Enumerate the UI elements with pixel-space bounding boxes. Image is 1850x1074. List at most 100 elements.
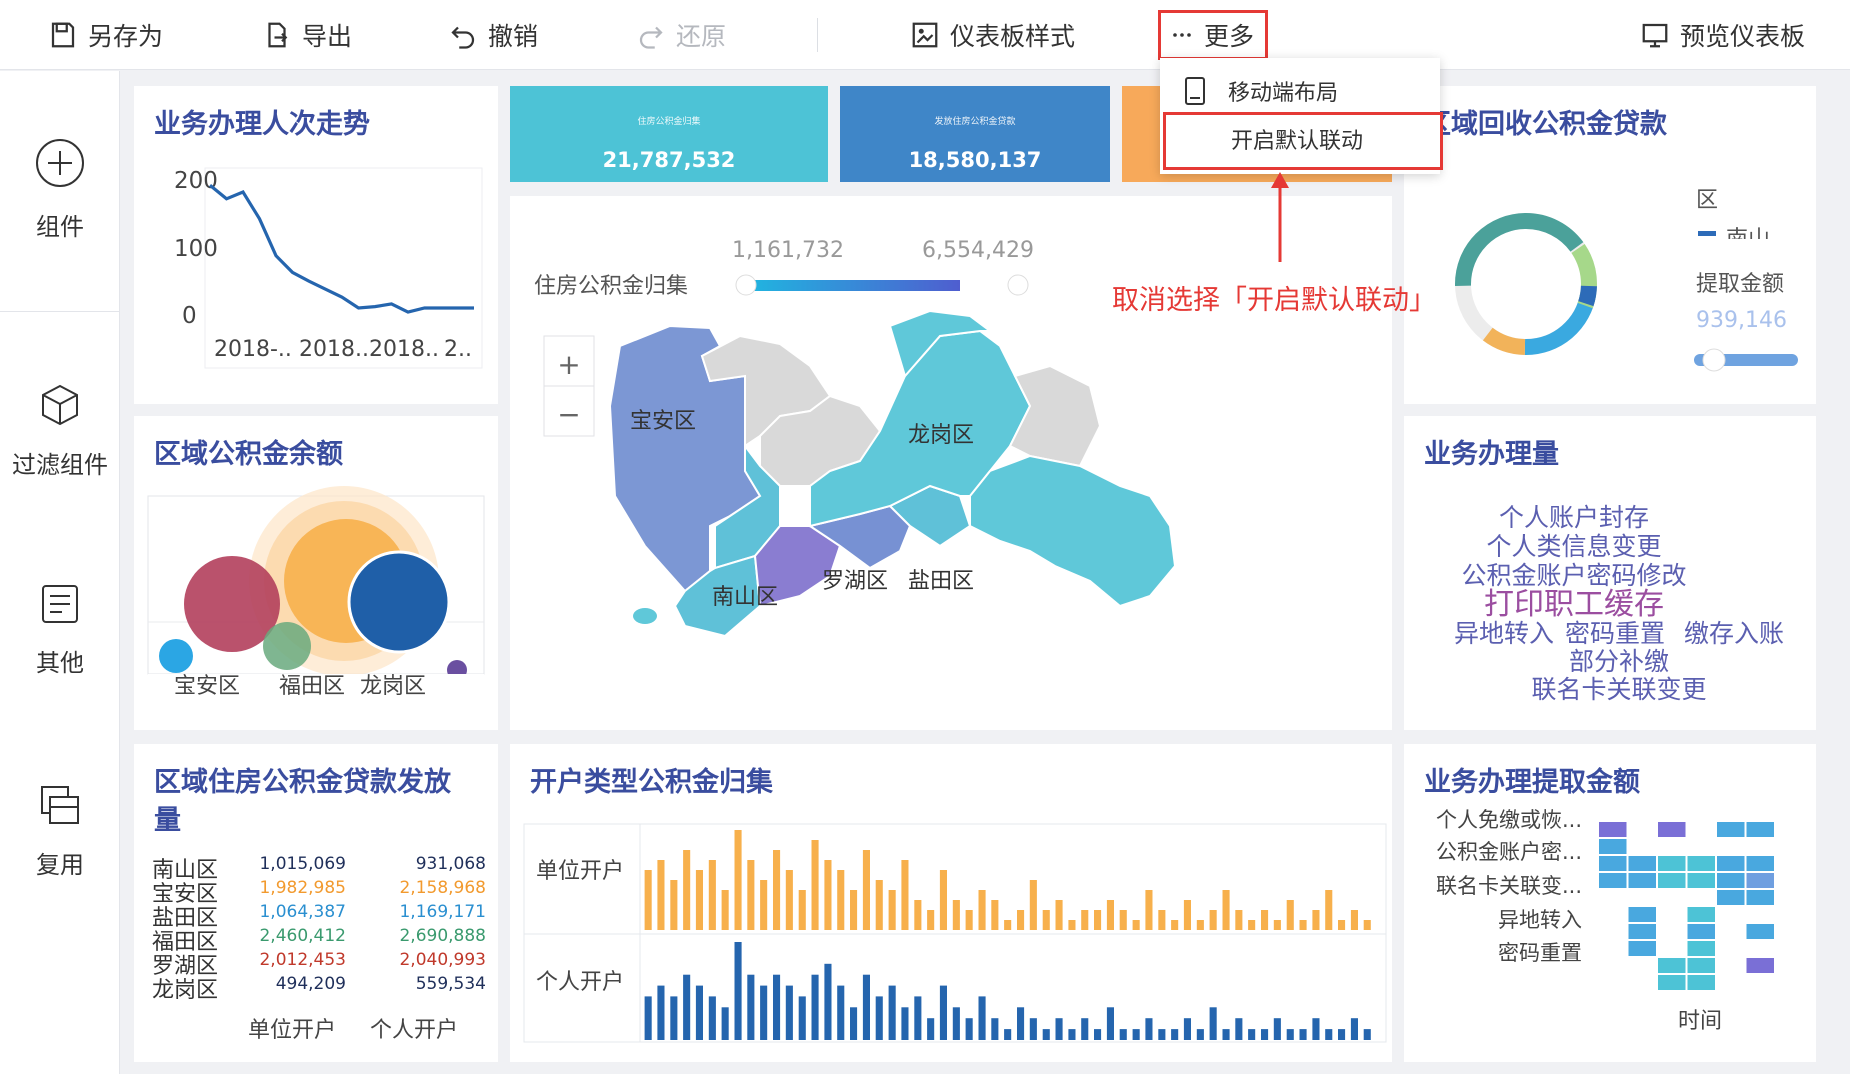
bar-mark[interactable] — [1196, 1029, 1204, 1040]
map-range-handle-max[interactable] — [1007, 274, 1029, 296]
bar-mark[interactable] — [1209, 1007, 1217, 1040]
bar-mark[interactable] — [1350, 910, 1358, 930]
bar-mark[interactable] — [965, 1018, 973, 1040]
bar-mark[interactable] — [657, 860, 665, 930]
bar-mark[interactable] — [644, 996, 652, 1040]
recovery-card[interactable]: 区域回收公积金贷款 区 南山 提取金额 939,146 — [1404, 86, 1816, 404]
bar-mark[interactable] — [1235, 1018, 1243, 1040]
bar-mark[interactable] — [811, 840, 819, 930]
menu-item-mobile-layout[interactable]: 移动端布局 — [1160, 66, 1440, 116]
bar-mark[interactable] — [1081, 1018, 1089, 1040]
bar-mark[interactable] — [1299, 1029, 1307, 1040]
bar-mark[interactable] — [1183, 1018, 1191, 1040]
bar-mark[interactable] — [1004, 1029, 1012, 1040]
bar-mark[interactable] — [875, 996, 883, 1040]
heatmap-cell[interactable] — [1658, 856, 1686, 871]
bar-mark[interactable] — [1171, 920, 1179, 930]
bar-mark[interactable] — [644, 870, 652, 930]
bar-mark[interactable] — [1286, 1029, 1294, 1040]
bar-mark[interactable] — [914, 900, 922, 930]
bar-mark[interactable] — [939, 870, 947, 930]
bar-mark[interactable] — [773, 850, 781, 930]
bar-mark[interactable] — [978, 996, 986, 1040]
heatmap-cell[interactable] — [1628, 924, 1657, 939]
bar-mark[interactable] — [1325, 1029, 1333, 1040]
table-row[interactable]: 盐田区 1,064,387 1,169,171 — [152, 902, 492, 931]
bar-mark[interactable] — [1363, 1029, 1371, 1040]
bar-mark[interactable] — [1171, 1029, 1179, 1040]
bar-mark[interactable] — [927, 1018, 935, 1040]
zoom-out-button[interactable]: − — [557, 398, 580, 431]
heatmap-cell[interactable] — [1687, 856, 1716, 871]
heatmap-cell[interactable] — [1658, 822, 1686, 837]
heatmap-cell[interactable] — [1628, 856, 1657, 871]
word-cloud-word[interactable]: 部分补缴 — [1569, 647, 1669, 676]
bar-mark[interactable] — [1017, 1007, 1025, 1040]
bar-mark[interactable] — [862, 850, 870, 930]
bar-mark[interactable] — [1222, 890, 1230, 930]
heatmap-cell[interactable] — [1628, 873, 1657, 888]
bar-mark[interactable] — [1325, 890, 1333, 930]
bar-mark[interactable] — [991, 900, 999, 930]
undo-button[interactable]: 撤销 — [448, 14, 538, 56]
account-type-card[interactable]: 开户类型公积金归集 单位开户 个人开户 — [510, 744, 1392, 1062]
bar-mark[interactable] — [1042, 1029, 1050, 1040]
bar-mark[interactable] — [1029, 880, 1037, 930]
bar-mark[interactable] — [991, 1018, 999, 1040]
heatmap-cell[interactable] — [1746, 856, 1775, 871]
bar-mark[interactable] — [939, 985, 947, 1040]
bar-mark[interactable] — [1145, 890, 1153, 930]
word-cloud-word[interactable]: 公积金账户密码修改 — [1461, 561, 1686, 590]
bar-mark[interactable] — [1338, 1029, 1346, 1040]
bar-mark[interactable] — [1350, 1018, 1358, 1040]
bar-mark[interactable] — [901, 1007, 909, 1040]
bar-mark[interactable] — [1273, 1018, 1281, 1040]
bar-mark[interactable] — [1209, 910, 1217, 930]
bar-mark[interactable] — [1119, 910, 1127, 930]
bar-mark[interactable] — [837, 985, 845, 1040]
bar-mark[interactable] — [657, 985, 665, 1040]
volume-card[interactable]: 业务办理量 个人账户封存 个人类信息变更 公积金账户密码修改 打印职工缓存 异地… — [1404, 416, 1816, 730]
bar-mark[interactable] — [695, 870, 703, 930]
heatmap-cell[interactable] — [1717, 890, 1745, 905]
bar-mark[interactable] — [734, 942, 742, 1040]
bar-mark[interactable] — [1042, 910, 1050, 930]
bar-mark[interactable] — [1196, 920, 1204, 930]
bar-mark[interactable] — [811, 974, 819, 1040]
bar-mark[interactable] — [670, 880, 678, 930]
heatmap-cell[interactable] — [1658, 958, 1686, 973]
heatmap-cell[interactable] — [1717, 822, 1745, 837]
bar-mark[interactable] — [1158, 1029, 1166, 1040]
bar-mark[interactable] — [1183, 900, 1191, 930]
bar-mark[interactable] — [837, 870, 845, 930]
bar-mark[interactable] — [1261, 1029, 1269, 1040]
bar-mark[interactable] — [850, 890, 858, 930]
bar-mark[interactable] — [1286, 900, 1294, 930]
bar-mark[interactable] — [773, 974, 781, 1040]
bar-mark[interactable] — [1094, 910, 1102, 930]
map-district-dapeng[interactable] — [969, 454, 1177, 608]
bar-mark[interactable] — [1248, 1029, 1256, 1040]
bar-mark[interactable] — [1158, 910, 1166, 930]
save-as-button[interactable]: 另存为 — [48, 14, 163, 56]
bar-mark[interactable] — [1055, 1018, 1063, 1040]
word-cloud-word[interactable]: 个人类信息变更 — [1486, 532, 1661, 561]
bar-mark[interactable] — [708, 860, 716, 930]
bar-mark[interactable] — [1106, 1007, 1114, 1040]
dashboard-style-button[interactable]: 仪表板样式 — [910, 14, 1075, 56]
bar-mark[interactable] — [785, 870, 793, 930]
heatmap-cell[interactable] — [1746, 873, 1775, 888]
kpi-loan-issued[interactable]: 发放住房公积金贷款 18,580,137 — [840, 86, 1110, 182]
heatmap-cell[interactable] — [1746, 822, 1775, 837]
bar-mark[interactable] — [952, 1007, 960, 1040]
heatmap-cell[interactable] — [1599, 856, 1627, 871]
heatmap-cell[interactable] — [1599, 873, 1627, 888]
heatmap-cell[interactable] — [1687, 924, 1716, 939]
bar-mark[interactable] — [927, 910, 935, 930]
table-row[interactable]: 罗湖区 2,012,453 2,040,993 — [152, 950, 492, 979]
sidebar-item-components[interactable]: 组件 — [0, 137, 120, 242]
bar-mark[interactable] — [1273, 920, 1281, 930]
redo-button[interactable]: 还原 — [636, 14, 726, 56]
trend-card[interactable]: 业务办理人次走势 200 100 0 2018-.. 2018.. 2018.. 2.… — [134, 86, 498, 404]
bar-mark[interactable] — [747, 860, 755, 930]
